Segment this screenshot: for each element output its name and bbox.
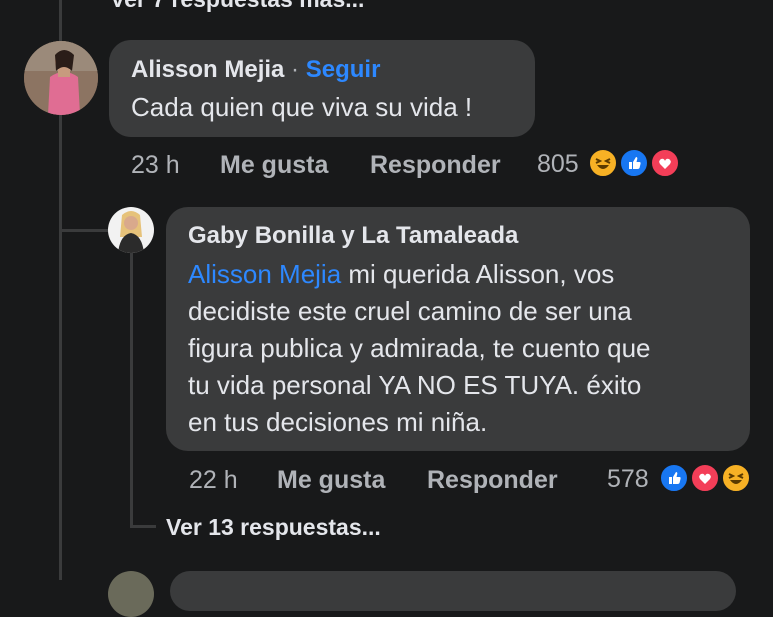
reply-text-line-1: Alisson Mejia mi querida Alisson, vos	[188, 256, 651, 293]
comment-author[interactable]: Alisson Mejia	[131, 56, 284, 83]
thread-line-reply-child	[130, 252, 133, 526]
reply-reply-button[interactable]: Responder	[427, 466, 558, 495]
reply-button[interactable]: Responder	[370, 151, 501, 180]
thread-line-reply-child-elbow	[130, 525, 156, 528]
reply-text-line-1-rest: mi querida Alisson, vos	[341, 259, 615, 289]
thread-line-reply-elbow	[59, 229, 109, 232]
reaction-count[interactable]: 805	[537, 150, 579, 179]
view-more-replies[interactable]: Ver 13 respuestas...	[166, 514, 381, 541]
reply-timestamp[interactable]: 22 h	[189, 466, 238, 495]
avatar-gaby-photo	[108, 207, 154, 253]
avatar-gaby[interactable]	[108, 207, 154, 253]
love-icon	[650, 148, 680, 178]
reply-text-line-2: decidiste este cruel camino de ser una	[188, 296, 632, 326]
separator-dot: ·	[291, 56, 300, 83]
mention-alisson[interactable]: Alisson Mejia	[188, 259, 341, 289]
thread-line-reply-branch	[59, 180, 62, 230]
haha-icon	[721, 463, 751, 493]
avatar-alisson[interactable]	[24, 41, 98, 115]
view-more-replies-top[interactable]: Ver 7 respuestas más...	[110, 0, 364, 13]
like-icon	[619, 148, 649, 178]
reply-author[interactable]: Gaby Bonilla y La Tamaleada	[188, 222, 518, 250]
like-button[interactable]: Me gusta	[220, 151, 328, 180]
reply-reaction-count[interactable]: 578	[607, 465, 649, 494]
comment-text: Cada quien que viva su vida !	[131, 92, 473, 122]
reply-text: Alisson Mejia mi querida Alisson, vos de…	[188, 256, 651, 441]
like-icon	[659, 463, 689, 493]
reply-like-button[interactable]: Me gusta	[277, 466, 385, 495]
next-comment-bubble	[170, 571, 736, 611]
avatar-next-comment[interactable]	[108, 571, 154, 617]
avatar-alisson-photo	[24, 41, 98, 115]
reactions-summary[interactable]	[588, 148, 684, 180]
reply-text-line-5: en tus decisiones mi niña.	[188, 407, 488, 437]
comment-header-alisson: Alisson Mejia · Seguir	[131, 56, 380, 84]
love-icon	[690, 463, 720, 493]
haha-icon	[588, 148, 618, 178]
reply-text-line-4: tu vida personal YA NO ES TUYA. éxito	[188, 370, 642, 400]
follow-button[interactable]: Seguir	[306, 56, 381, 83]
reply-text-line-3: figura publica y admirada, te cuento que	[188, 333, 651, 363]
comment-timestamp[interactable]: 23 h	[131, 151, 180, 180]
reply-reactions-summary[interactable]	[659, 463, 755, 495]
